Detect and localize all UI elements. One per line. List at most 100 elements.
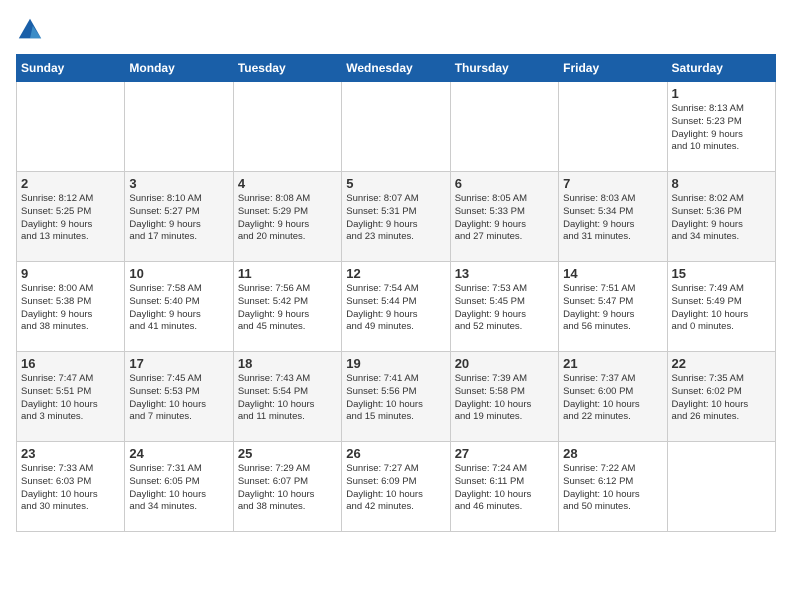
day-number: 23 (21, 446, 120, 461)
calendar-week-3: 9 Sunrise: 8:00 AM Sunset: 5:38 PM Daylig… (17, 262, 776, 352)
cell-content: Sunrise: 7:43 AM Sunset: 5:54 PM Dayligh… (238, 373, 337, 424)
day-number: 18 (238, 356, 337, 371)
calendar-header: SundayMondayTuesdayWednesdayThursdayFrid… (17, 55, 776, 82)
weekday-header-friday: Friday (559, 55, 667, 82)
day-number: 27 (455, 446, 554, 461)
calendar-cell: 25 Sunrise: 7:29 AM Sunset: 6:07 PM Dayli… (233, 442, 341, 532)
cell-content: Sunrise: 7:35 AM Sunset: 6:02 PM Dayligh… (672, 373, 771, 424)
calendar-cell (450, 82, 558, 172)
cell-content: Sunrise: 7:58 AM Sunset: 5:40 PM Dayligh… (129, 283, 228, 334)
day-number: 25 (238, 446, 337, 461)
cell-content: Sunrise: 7:45 AM Sunset: 5:53 PM Dayligh… (129, 373, 228, 424)
day-number: 6 (455, 176, 554, 191)
weekday-header-wednesday: Wednesday (342, 55, 450, 82)
day-number: 2 (21, 176, 120, 191)
calendar-cell: 12 Sunrise: 7:54 AM Sunset: 5:44 PM Dayli… (342, 262, 450, 352)
day-number: 26 (346, 446, 445, 461)
calendar-cell: 6 Sunrise: 8:05 AM Sunset: 5:33 PM Daylig… (450, 172, 558, 262)
calendar-body: 1 Sunrise: 8:13 AM Sunset: 5:23 PM Daylig… (17, 82, 776, 532)
cell-content: Sunrise: 7:27 AM Sunset: 6:09 PM Dayligh… (346, 463, 445, 514)
day-number: 13 (455, 266, 554, 281)
cell-content: Sunrise: 7:51 AM Sunset: 5:47 PM Dayligh… (563, 283, 662, 334)
page-header (16, 16, 776, 44)
cell-content: Sunrise: 7:41 AM Sunset: 5:56 PM Dayligh… (346, 373, 445, 424)
day-number: 3 (129, 176, 228, 191)
day-number: 7 (563, 176, 662, 191)
cell-content: Sunrise: 7:54 AM Sunset: 5:44 PM Dayligh… (346, 283, 445, 334)
day-number: 15 (672, 266, 771, 281)
day-number: 9 (21, 266, 120, 281)
cell-content: Sunrise: 7:39 AM Sunset: 5:58 PM Dayligh… (455, 373, 554, 424)
calendar-cell (125, 82, 233, 172)
calendar-week-2: 2 Sunrise: 8:12 AM Sunset: 5:25 PM Daylig… (17, 172, 776, 262)
cell-content: Sunrise: 8:12 AM Sunset: 5:25 PM Dayligh… (21, 193, 120, 244)
calendar-cell: 13 Sunrise: 7:53 AM Sunset: 5:45 PM Dayli… (450, 262, 558, 352)
calendar-cell: 24 Sunrise: 7:31 AM Sunset: 6:05 PM Dayli… (125, 442, 233, 532)
day-number: 12 (346, 266, 445, 281)
calendar-cell: 7 Sunrise: 8:03 AM Sunset: 5:34 PM Daylig… (559, 172, 667, 262)
cell-content: Sunrise: 7:47 AM Sunset: 5:51 PM Dayligh… (21, 373, 120, 424)
day-number: 14 (563, 266, 662, 281)
logo (16, 16, 48, 44)
calendar-week-5: 23 Sunrise: 7:33 AM Sunset: 6:03 PM Dayli… (17, 442, 776, 532)
weekday-header-thursday: Thursday (450, 55, 558, 82)
calendar-cell: 22 Sunrise: 7:35 AM Sunset: 6:02 PM Dayli… (667, 352, 775, 442)
cell-content: Sunrise: 8:00 AM Sunset: 5:38 PM Dayligh… (21, 283, 120, 334)
calendar-cell: 17 Sunrise: 7:45 AM Sunset: 5:53 PM Dayli… (125, 352, 233, 442)
day-number: 8 (672, 176, 771, 191)
calendar-cell: 3 Sunrise: 8:10 AM Sunset: 5:27 PM Daylig… (125, 172, 233, 262)
cell-content: Sunrise: 7:53 AM Sunset: 5:45 PM Dayligh… (455, 283, 554, 334)
calendar-cell: 16Sunrise: 7:47 AM Sunset: 5:51 PM Dayli… (17, 352, 125, 442)
weekday-header-saturday: Saturday (667, 55, 775, 82)
calendar-cell (342, 82, 450, 172)
day-number: 24 (129, 446, 228, 461)
calendar-cell: 15 Sunrise: 7:49 AM Sunset: 5:49 PM Dayli… (667, 262, 775, 352)
logo-icon (16, 16, 44, 44)
calendar-cell: 14 Sunrise: 7:51 AM Sunset: 5:47 PM Dayli… (559, 262, 667, 352)
cell-content: Sunrise: 7:31 AM Sunset: 6:05 PM Dayligh… (129, 463, 228, 514)
calendar-cell: 1 Sunrise: 8:13 AM Sunset: 5:23 PM Daylig… (667, 82, 775, 172)
calendar-cell (233, 82, 341, 172)
day-number: 20 (455, 356, 554, 371)
cell-content: Sunrise: 7:49 AM Sunset: 5:49 PM Dayligh… (672, 283, 771, 334)
weekday-header-tuesday: Tuesday (233, 55, 341, 82)
calendar-cell: 21 Sunrise: 7:37 AM Sunset: 6:00 PM Dayli… (559, 352, 667, 442)
cell-content: Sunrise: 8:13 AM Sunset: 5:23 PM Dayligh… (672, 103, 771, 154)
calendar-cell: 26 Sunrise: 7:27 AM Sunset: 6:09 PM Dayli… (342, 442, 450, 532)
weekday-header-monday: Monday (125, 55, 233, 82)
calendar-cell: 5 Sunrise: 8:07 AM Sunset: 5:31 PM Daylig… (342, 172, 450, 262)
day-number: 11 (238, 266, 337, 281)
day-number: 28 (563, 446, 662, 461)
cell-content: Sunrise: 7:24 AM Sunset: 6:11 PM Dayligh… (455, 463, 554, 514)
cell-content: Sunrise: 8:10 AM Sunset: 5:27 PM Dayligh… (129, 193, 228, 244)
day-number: 22 (672, 356, 771, 371)
cell-content: Sunrise: 8:07 AM Sunset: 5:31 PM Dayligh… (346, 193, 445, 244)
weekday-header-sunday: Sunday (17, 55, 125, 82)
day-number: 5 (346, 176, 445, 191)
cell-content: Sunrise: 7:33 AM Sunset: 6:03 PM Dayligh… (21, 463, 120, 514)
calendar-cell: 11 Sunrise: 7:56 AM Sunset: 5:42 PM Dayli… (233, 262, 341, 352)
day-number: 19 (346, 356, 445, 371)
calendar-cell: 10 Sunrise: 7:58 AM Sunset: 5:40 PM Dayli… (125, 262, 233, 352)
day-number: 17 (129, 356, 228, 371)
calendar-cell (17, 82, 125, 172)
calendar-week-1: 1 Sunrise: 8:13 AM Sunset: 5:23 PM Daylig… (17, 82, 776, 172)
calendar-cell: 27 Sunrise: 7:24 AM Sunset: 6:11 PM Dayli… (450, 442, 558, 532)
calendar-cell (559, 82, 667, 172)
day-number: 1 (672, 86, 771, 101)
cell-content: Sunrise: 8:08 AM Sunset: 5:29 PM Dayligh… (238, 193, 337, 244)
day-number: 4 (238, 176, 337, 191)
day-number: 21 (563, 356, 662, 371)
calendar-cell: 2 Sunrise: 8:12 AM Sunset: 5:25 PM Daylig… (17, 172, 125, 262)
calendar-cell: 9 Sunrise: 8:00 AM Sunset: 5:38 PM Daylig… (17, 262, 125, 352)
calendar-cell: 4 Sunrise: 8:08 AM Sunset: 5:29 PM Daylig… (233, 172, 341, 262)
cell-content: Sunrise: 7:37 AM Sunset: 6:00 PM Dayligh… (563, 373, 662, 424)
day-number: 10 (129, 266, 228, 281)
calendar-cell: 20 Sunrise: 7:39 AM Sunset: 5:58 PM Dayli… (450, 352, 558, 442)
cell-content: Sunrise: 8:03 AM Sunset: 5:34 PM Dayligh… (563, 193, 662, 244)
calendar-cell: 28 Sunrise: 7:22 AM Sunset: 6:12 PM Dayli… (559, 442, 667, 532)
cell-content: Sunrise: 8:05 AM Sunset: 5:33 PM Dayligh… (455, 193, 554, 244)
cell-content: Sunrise: 7:22 AM Sunset: 6:12 PM Dayligh… (563, 463, 662, 514)
cell-content: Sunrise: 7:56 AM Sunset: 5:42 PM Dayligh… (238, 283, 337, 334)
cell-content: Sunrise: 7:29 AM Sunset: 6:07 PM Dayligh… (238, 463, 337, 514)
